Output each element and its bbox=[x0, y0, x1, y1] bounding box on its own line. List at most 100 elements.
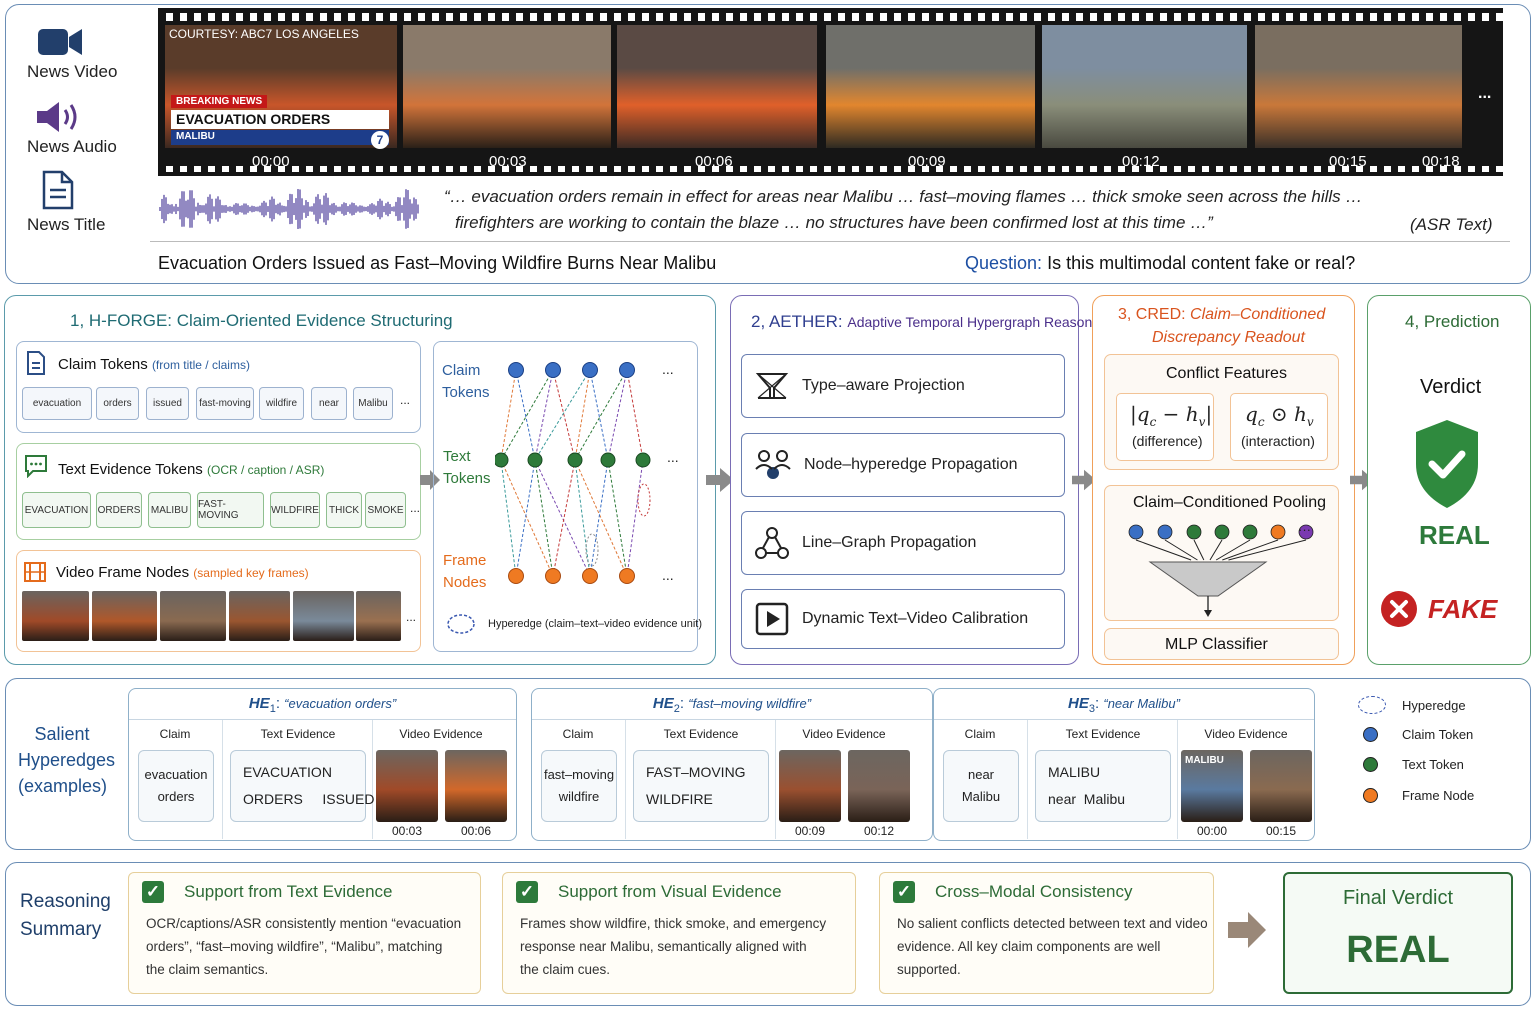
text-evidence-line: WILDFIRE bbox=[646, 791, 713, 807]
sprocket-hole bbox=[250, 13, 257, 21]
legend-row: Claim Token bbox=[1358, 727, 1473, 742]
col-claim-header: Claim bbox=[964, 727, 996, 741]
sprocket-hole bbox=[1272, 13, 1279, 21]
sprocket-hole bbox=[1202, 13, 1209, 21]
summary-line: No salient conflicts detected between te… bbox=[897, 916, 1208, 931]
video-camera-icon bbox=[38, 29, 82, 55]
sprocket-hole bbox=[1230, 13, 1237, 21]
sprocket-hole bbox=[726, 13, 733, 21]
claim-tokens-subtitle: (from title / claims) bbox=[151, 358, 250, 372]
sprocket-hole bbox=[642, 13, 649, 21]
graph-label-line: Tokens bbox=[442, 384, 490, 401]
sprocket-hole bbox=[824, 166, 831, 172]
hyperedge-link bbox=[626, 369, 644, 461]
evidence-frame-time: 00:12 bbox=[863, 824, 895, 838]
hyperedge-link bbox=[626, 459, 644, 577]
frame-timestamp: 00:09 bbox=[908, 153, 946, 170]
hyperedge-link bbox=[534, 459, 554, 577]
frame-timestamp: 00:12 bbox=[1122, 153, 1160, 170]
legend-label: Claim Token bbox=[1402, 727, 1474, 742]
hyperedge-link bbox=[574, 369, 591, 461]
sprocket-hole bbox=[376, 166, 383, 172]
claim-tokens-ellipsis: ... bbox=[400, 393, 411, 407]
sprocket-hole bbox=[1482, 166, 1489, 172]
evidence-frame-time: 00:15 bbox=[1265, 824, 1297, 838]
evidence-frame-time: 00:06 bbox=[460, 824, 492, 838]
graph-label-line: Frame bbox=[443, 552, 487, 569]
sprocket-hole bbox=[908, 13, 915, 21]
audio-waveform bbox=[159, 189, 419, 229]
cred-num: 3, CRED: bbox=[1118, 306, 1186, 323]
sprocket-hole bbox=[1188, 166, 1195, 172]
claim-tokens-title-text: Claim Tokens bbox=[58, 356, 148, 373]
pool-node bbox=[1270, 524, 1286, 540]
sprocket-hole bbox=[1174, 166, 1181, 172]
legend-dot bbox=[1363, 727, 1378, 742]
evidence-frame-time: 00:00 bbox=[1196, 824, 1228, 838]
frame-timestamp: 00:00 bbox=[252, 153, 290, 170]
pool-node bbox=[1186, 524, 1202, 540]
step-dynamic-calibration: Dynamic Text–Video Calibration bbox=[741, 589, 1065, 649]
question-label: Question: bbox=[965, 253, 1043, 273]
text-evidence-line: ORDERS ISSUED bbox=[243, 791, 375, 807]
step-line-graph-propagation: Line–Graph Propagation bbox=[741, 511, 1065, 575]
hyperedge-link bbox=[500, 369, 517, 461]
sprocket-hole bbox=[922, 13, 929, 21]
sprocket-hole bbox=[782, 13, 789, 21]
summary-card-title-text: Cross–Modal Consistency bbox=[935, 882, 1133, 901]
video-frame bbox=[1255, 25, 1462, 148]
summary-card-title-text: Support from Text Evidence bbox=[184, 882, 393, 901]
summary-card-title: ✓ Support from Text Evidence bbox=[142, 881, 393, 903]
sprocket-hole bbox=[1244, 166, 1251, 172]
step-label: Type–aware Projection bbox=[802, 377, 965, 394]
sprocket-hole bbox=[292, 166, 299, 172]
sprocket-hole bbox=[642, 166, 649, 172]
sprocket-hole bbox=[530, 166, 537, 172]
col-text-header: Text Evidence bbox=[260, 727, 336, 741]
salient-label: Salient Hyperedges (examples) bbox=[18, 721, 115, 799]
sprocket-hole bbox=[474, 166, 481, 172]
hyperedge-legend-text: Hyperedge (claim–text–video evidence uni… bbox=[488, 618, 703, 630]
vertical-divider bbox=[372, 720, 373, 839]
pool-arrow bbox=[1215, 539, 1251, 561]
sprocket-hole bbox=[404, 166, 411, 172]
sprocket-hole bbox=[502, 13, 509, 21]
step-label: Node–hyperedge Propagation bbox=[804, 456, 1018, 473]
chat-bubble-icon bbox=[25, 455, 47, 478]
sprocket-hole bbox=[698, 13, 705, 21]
frame-node bbox=[545, 568, 561, 584]
sprocket-hole bbox=[1314, 166, 1321, 172]
pool-arrow bbox=[1193, 539, 1205, 561]
sprocket-hole bbox=[1286, 13, 1293, 21]
col-text-header: Text Evidence bbox=[1065, 727, 1141, 741]
sprocket-hole bbox=[754, 13, 761, 21]
text-token: ORDERS bbox=[96, 492, 142, 528]
sprocket-hole bbox=[460, 166, 467, 172]
summary-label-1: Reasoning bbox=[20, 891, 111, 912]
legend-row: Text Token bbox=[1358, 757, 1464, 772]
video-frames-title-text: Video Frame Nodes bbox=[56, 564, 190, 581]
sprocket-hole bbox=[1370, 166, 1377, 172]
sprocket-hole bbox=[1356, 13, 1363, 21]
hyperedge-link bbox=[589, 369, 609, 461]
sprocket-hole bbox=[1048, 13, 1055, 21]
sprocket-hole bbox=[1426, 13, 1433, 21]
claim-node bbox=[582, 362, 598, 378]
sprocket-hole bbox=[866, 13, 873, 21]
sprocket-hole bbox=[166, 166, 173, 172]
funnel-icon bbox=[755, 373, 789, 399]
sprocket-hole bbox=[1006, 13, 1013, 21]
vertical-divider bbox=[1177, 720, 1178, 839]
hyperedge-divider bbox=[934, 719, 1314, 720]
text-evidence-line: near Malibu bbox=[1048, 791, 1126, 807]
cred-title-line1: 3, CRED: Claim–Conditioned bbox=[1118, 306, 1325, 324]
text-token: MALIBU bbox=[148, 492, 191, 528]
frame-node bbox=[619, 568, 635, 584]
sprocket-hole bbox=[390, 166, 397, 172]
sprocket-hole bbox=[418, 13, 425, 21]
pooling-diagram: ··· bbox=[1128, 522, 1314, 617]
claim-word: Malibu bbox=[961, 789, 1001, 804]
summary-line: evidence. All key claim components are w… bbox=[897, 939, 1161, 954]
graph-frame-label: Frame Nodes bbox=[443, 550, 498, 594]
vertical-divider bbox=[1027, 720, 1028, 839]
